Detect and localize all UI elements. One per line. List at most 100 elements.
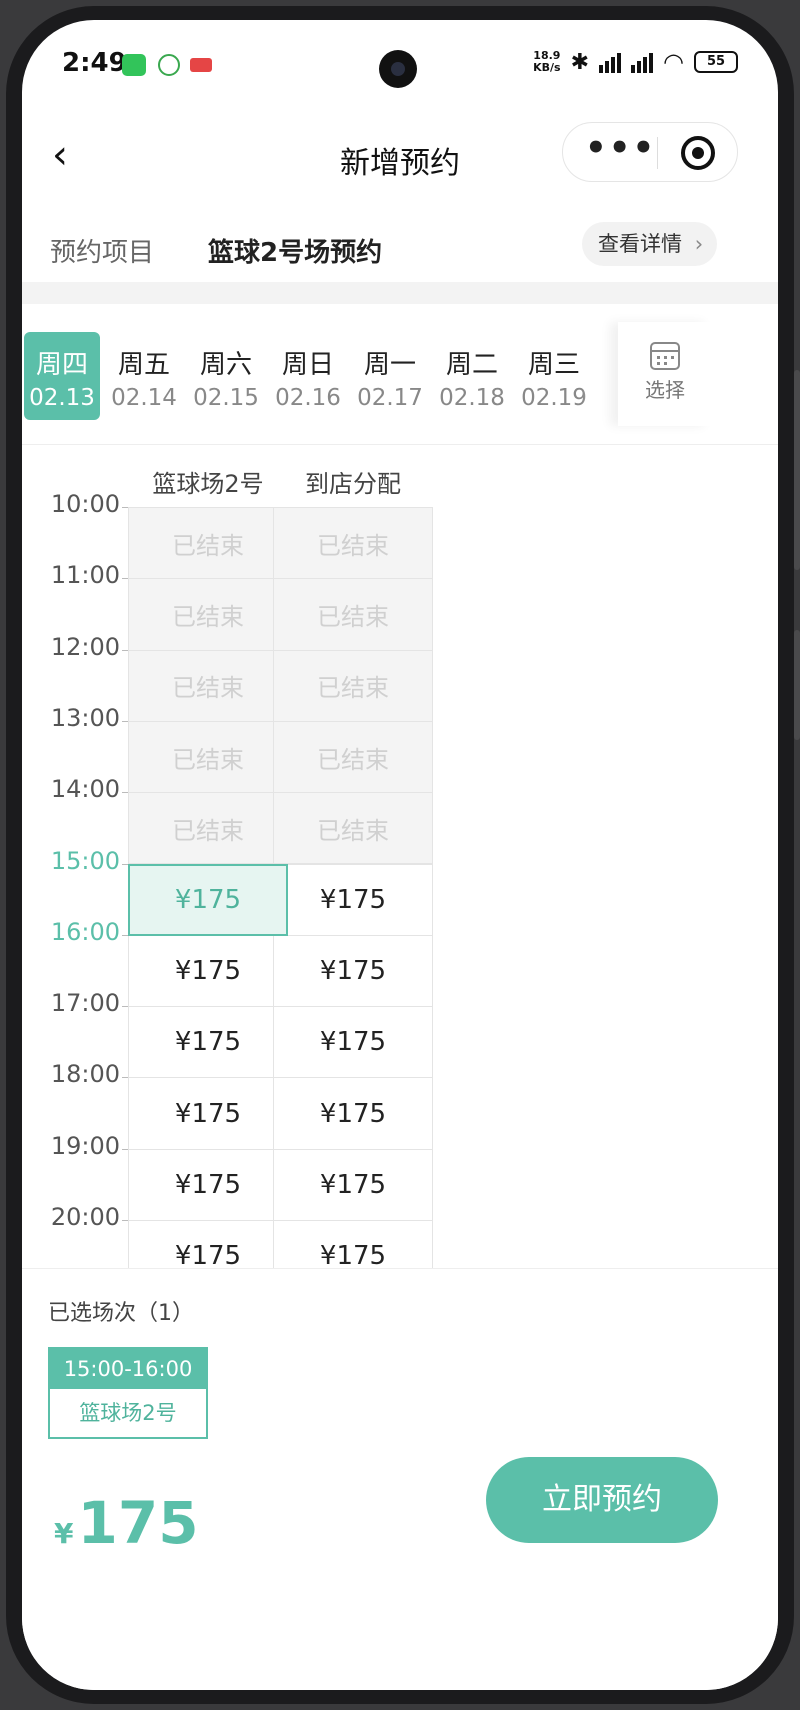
slot-ended: 已结束 [128, 578, 288, 651]
time-label: 18:00 [50, 1060, 120, 1089]
slot-selected[interactable]: ¥175 [128, 863, 288, 936]
view-details-label: 查看详情 [598, 232, 682, 256]
date-tab-weekday: 周一 [363, 350, 416, 380]
slot-ended: 已结束 [273, 792, 433, 865]
wifi-icon: ◠ [663, 48, 684, 76]
chevron-right-icon: › [694, 232, 704, 256]
slot-available[interactable]: ¥175 [128, 1077, 288, 1150]
selected-slot-chip[interactable]: 15:00-16:00 篮球场2号 [48, 1347, 208, 1439]
slot-ended: 已结束 [273, 720, 433, 794]
court-column-header: 篮球场2号 [152, 470, 264, 498]
network-speed: 18.9 KB/s [533, 50, 560, 74]
date-tab[interactable]: 周四 02.13 [24, 332, 100, 420]
slot-ended: 已结束 [128, 649, 288, 722]
signal-icon [631, 51, 654, 73]
divider [22, 444, 778, 445]
slot-available[interactable]: ¥175 [273, 863, 433, 936]
price-amount: 175 [77, 1489, 199, 1557]
selected-slot-time: 15:00-16:00 [50, 1349, 206, 1389]
date-tab[interactable]: 周三 02.19 [516, 332, 592, 420]
slot-ended: 已结束 [273, 578, 433, 651]
wechat-icon [122, 54, 146, 76]
slot-ended: 已结束 [128, 507, 288, 580]
slot-available[interactable]: ¥175 [273, 1006, 433, 1079]
selected-slot-court: 篮球场2号 [79, 1401, 177, 1425]
date-tab-weekday: 周六 [199, 350, 252, 380]
status-time: 2:49 [62, 48, 127, 78]
status-bar: 2:49 18.9 KB/s ✱ ◠ 55 [22, 20, 778, 110]
time-label: 10:00 [50, 490, 120, 518]
date-tab[interactable]: 周一 02.17 [352, 332, 428, 420]
phone-frame: 2:49 18.9 KB/s ✱ ◠ 55 ‹ 新增预约 ••• 预约项目 篮球… [0, 0, 800, 1710]
time-label: 11:00 [50, 561, 120, 590]
slot-ended: 已结束 [128, 720, 288, 794]
schedule-grid: 篮球场2号 到店分配 10:00 11:00 12:00 13:00 14:00 15:00 1… [22, 450, 778, 1268]
date-tab-weekday: 周三 [527, 350, 580, 380]
calendar-select-button[interactable]: 选择 [618, 322, 712, 426]
date-scroll-fade [582, 324, 618, 424]
slot-ended: 已结束 [128, 792, 288, 865]
slot-available[interactable]: ¥175 [273, 1220, 433, 1268]
total-price: ¥175 [54, 1489, 199, 1557]
date-tab-date: 02.16 [275, 385, 341, 411]
slot-available[interactable]: ¥175 [273, 1077, 433, 1150]
slot-ended: 已结束 [273, 649, 433, 722]
volume-button [794, 370, 800, 570]
target-circle-icon[interactable] [681, 136, 715, 170]
bluetooth-icon: ✱ [570, 49, 590, 75]
date-tab-date: 02.14 [111, 385, 177, 411]
more-dots-icon[interactable]: ••• [585, 123, 656, 183]
calendar-select-label: 选择 [645, 378, 685, 402]
navigation-bar: ‹ 新增预约 ••• [22, 110, 778, 210]
date-tab[interactable]: 周五 02.14 [106, 332, 182, 420]
price-currency: ¥ [54, 1517, 74, 1550]
time-label: 12:00 [50, 632, 120, 661]
app-notification-icon [190, 58, 212, 72]
slot-available[interactable]: ¥175 [273, 1148, 433, 1221]
date-tab[interactable]: 周六 02.15 [188, 332, 264, 420]
date-tab[interactable]: 周二 02.18 [434, 332, 510, 420]
app-screen: 2:49 18.9 KB/s ✱ ◠ 55 ‹ 新增预约 ••• 预约项目 篮球… [22, 20, 778, 1690]
message-icon [158, 54, 180, 76]
battery-icon: 55 [694, 51, 738, 73]
power-button [794, 630, 800, 740]
project-label: 预约项目 [50, 238, 155, 268]
calendar-icon [650, 342, 680, 370]
signal-icon [599, 51, 622, 73]
time-label: 16:00 [50, 917, 120, 946]
time-label: 17:00 [50, 989, 120, 1018]
date-selector: 周四 02.13 周五 02.14 周六 02.15 周日 02.16 周一 02.17 周二 02.… [22, 314, 778, 434]
time-label: 14:00 [50, 775, 120, 804]
project-row: 预约项目 篮球2号场预约 查看详情 › [22, 210, 778, 290]
date-tab-weekday: 周四 [35, 350, 88, 380]
network-speed-unit: KB/s [533, 61, 561, 74]
front-camera [379, 50, 417, 88]
date-tab-date: 02.15 [193, 385, 259, 411]
date-tab-date: 02.17 [357, 385, 423, 411]
book-now-button[interactable]: 立即预约 [486, 1457, 718, 1543]
project-name: 篮球2号场预约 [208, 238, 383, 268]
date-tab-date: 02.19 [521, 385, 587, 411]
time-label: 19:00 [50, 1131, 120, 1160]
date-tab-weekday: 周日 [281, 350, 334, 380]
slot-available[interactable]: ¥175 [128, 1006, 288, 1079]
view-details-button[interactable]: 查看详情 › [582, 222, 718, 266]
slot-available[interactable]: ¥175 [128, 1220, 288, 1268]
date-tab-weekday: 周二 [445, 350, 498, 380]
selected-slots-title: 已选场次（1） [48, 1301, 194, 1326]
capsule-divider [657, 137, 658, 169]
time-label: 15:00 [50, 846, 120, 875]
selection-panel: 已选场次（1） 15:00-16:00 篮球场2号 ¥175 立即预约 [22, 1268, 778, 1690]
date-tab[interactable]: 周日 02.16 [270, 332, 346, 420]
status-indicators: 18.9 KB/s ✱ ◠ 55 [533, 48, 738, 76]
time-label: 20:00 [50, 1203, 120, 1231]
slot-available[interactable]: ¥175 [128, 1148, 288, 1221]
slot-available[interactable]: ¥175 [273, 934, 433, 1008]
time-label: 13:00 [50, 703, 120, 732]
date-tab-date: 02.18 [439, 385, 505, 411]
date-tab-date: 02.13 [29, 385, 95, 411]
slot-ended: 已结束 [273, 507, 433, 580]
slot-available[interactable]: ¥175 [128, 934, 288, 1008]
court-column-header: 到店分配 [305, 470, 401, 498]
date-tab-weekday: 周五 [117, 350, 170, 380]
